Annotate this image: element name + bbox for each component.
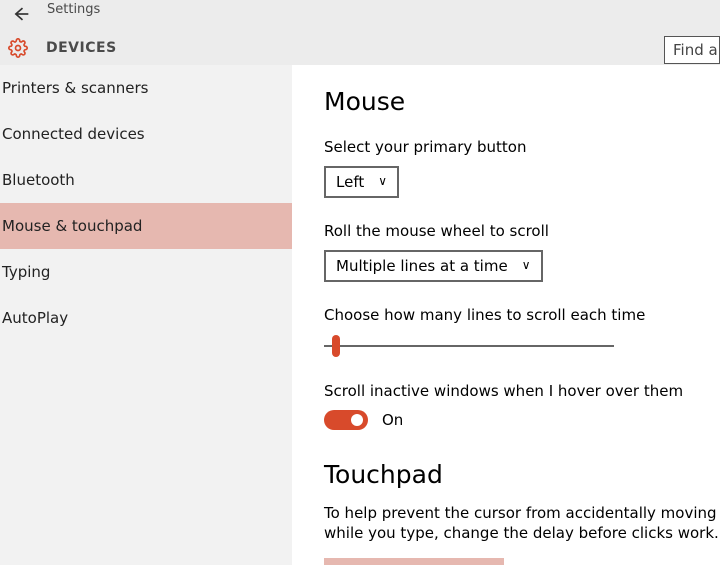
touchpad-description: To help prevent the cursor from accident… <box>324 503 720 544</box>
category-title: DEVICES <box>46 40 117 56</box>
section-heading-mouse: Mouse <box>324 87 720 116</box>
sidebar-item-typing[interactable]: Typing <box>0 249 292 295</box>
sidebar-item-bluetooth[interactable]: Bluetooth <box>0 157 292 203</box>
arrow-left-icon <box>10 4 30 24</box>
sidebar-item-printers[interactable]: Printers & scanners <box>0 65 292 111</box>
slider-thumb[interactable] <box>332 335 340 357</box>
toggle-knob <box>351 414 363 426</box>
chevron-down-icon: ∨ <box>522 258 531 272</box>
scroll-lines-label: Choose how many lines to scroll each tim… <box>324 306 720 324</box>
inactive-windows-toggle[interactable] <box>324 410 368 430</box>
primary-button-label: Select your primary button <box>324 138 720 156</box>
sidebar-item-mouse-touchpad[interactable]: Mouse & touchpad <box>0 203 292 249</box>
sidebar-item-connected-devices[interactable]: Connected devices <box>0 111 292 157</box>
gear-icon <box>8 38 28 58</box>
inactive-windows-label: Scroll inactive windows when I hover ove… <box>324 382 720 400</box>
scroll-lines-slider[interactable] <box>324 334 614 358</box>
touchpad-delay-select[interactable]: No delay (always on) <box>324 558 504 565</box>
primary-button-select[interactable]: Left ∨ <box>324 166 399 198</box>
roll-wheel-label: Roll the mouse wheel to scroll <box>324 222 720 240</box>
back-button[interactable] <box>8 4 32 28</box>
sidebar-item-autoplay[interactable]: AutoPlay <box>0 295 292 341</box>
sidebar: Printers & scanners Connected devices Bl… <box>0 65 292 565</box>
roll-wheel-select[interactable]: Multiple lines at a time ∨ <box>324 250 543 282</box>
search-input[interactable]: Find a <box>664 36 720 64</box>
header: Settings DEVICES Find a <box>0 0 720 65</box>
window-title: Settings <box>47 2 100 17</box>
primary-button-value: Left <box>336 173 364 191</box>
slider-track <box>324 345 614 347</box>
chevron-down-icon: ∨ <box>378 174 387 188</box>
main-panel: Mouse Select your primary button Left ∨ … <box>292 65 720 565</box>
roll-wheel-value: Multiple lines at a time <box>336 257 508 275</box>
inactive-windows-value: On <box>382 411 403 429</box>
section-heading-touchpad: Touchpad <box>324 460 720 489</box>
